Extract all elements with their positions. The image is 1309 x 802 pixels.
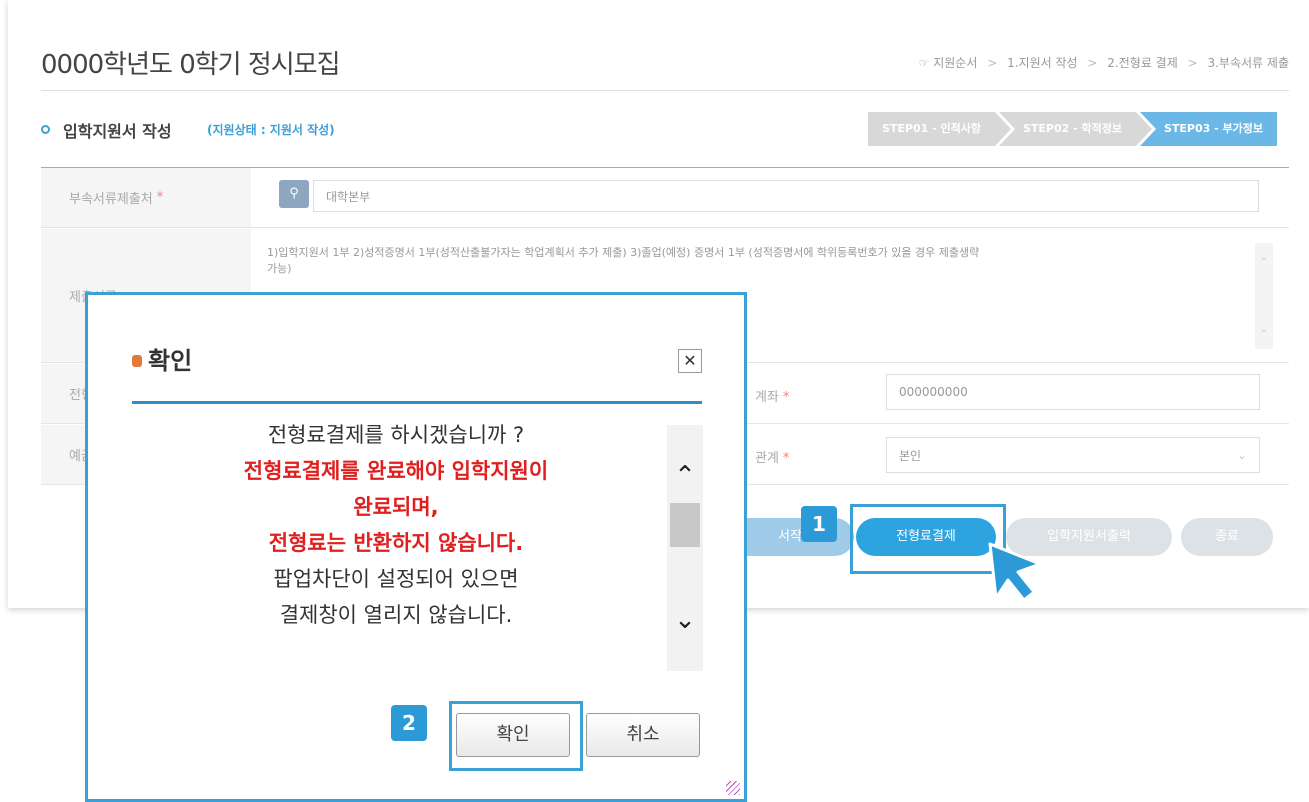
docs-scrollbar[interactable]: ⌃ ⌄: [1255, 243, 1273, 349]
breadcrumb-prefix: ☞ 지원순서: [918, 56, 978, 70]
warning-line: 완료되며,: [353, 495, 439, 519]
dialog-divider: [132, 401, 702, 404]
pay-button-highlight: [850, 504, 1006, 574]
message-line: 팝업차단이 설정되어 있으면: [273, 567, 519, 591]
confirm-dialog: 확인 ✕ 전형료결제를 하시겠습니까 ? 전형료결제를 완료해야 입학지원이 완…: [85, 292, 747, 802]
dialog-message: 전형료결제를 하시겠습니까 ? 전형료결제를 완료해야 입학지원이 완료되며, …: [132, 417, 660, 671]
chevron-down-icon[interactable]: ⌄: [667, 605, 703, 635]
breadcrumb-separator: >: [1187, 56, 1198, 70]
warning-line: 전형료는 반환하지 않습니다.: [268, 531, 524, 555]
chevron-up-icon[interactable]: ⌃: [667, 461, 703, 491]
confirm-button-highlight: [449, 701, 583, 771]
application-status: (지원상태 : 지원서 작성): [207, 123, 335, 137]
breadcrumb-separator: >: [987, 56, 998, 70]
step-2[interactable]: STEP02 - 학적정보: [998, 112, 1157, 146]
account-input[interactable]: 000000000: [886, 374, 1260, 410]
breadcrumb-step-1: 1.지원서 작성: [1007, 56, 1078, 70]
docs-text: 1)입학지원서 1부 2)성적증명서 1부(성적산출불가자는 학업계획서 추가 …: [267, 246, 980, 275]
close-button[interactable]: 종료: [1181, 518, 1273, 556]
step-1[interactable]: STEP01 - 인적사항: [867, 112, 1015, 146]
close-icon[interactable]: ✕: [678, 349, 702, 373]
breadcrumb-step-2: 2.전형료 결제: [1107, 56, 1178, 70]
step-indicator: STEP01 - 인적사항 STEP02 - 학적정보 STEP03 - 부가정…: [867, 112, 1281, 146]
cursor-icon: [988, 542, 1042, 602]
message-line: 전형료결제를 하시겠습니까 ?: [267, 423, 525, 447]
title-bullet-icon: [132, 355, 142, 367]
section-bullet-icon: [41, 125, 50, 134]
office-label: 부속서류제출처 *: [41, 168, 251, 227]
page-title: 0000학년도 0학기 정시모집: [41, 50, 341, 80]
account-label: 계좌 *: [755, 390, 790, 405]
dialog-title: 확인: [132, 341, 192, 376]
relation-label: 관계 *: [755, 451, 790, 466]
dialog-scrollbar[interactable]: ⌃ ⌄: [667, 425, 703, 671]
office-row: 부속서류제출처 * ⚲ 대학본부: [41, 168, 1289, 228]
breadcrumb-step-3: 3.부속서류 제출: [1207, 56, 1289, 70]
relation-select[interactable]: 본인 ⌄: [886, 437, 1260, 473]
search-button[interactable]: ⚲: [279, 180, 309, 208]
step-badge-1: 1: [801, 506, 837, 542]
breadcrumb: ☞ 지원순서 > 1.지원서 작성 > 2.전형료 결제 > 3.부속서류 제출: [919, 54, 1289, 71]
message-line: 결제창이 열리지 않습니다.: [279, 603, 513, 627]
step-3[interactable]: STEP03 - 부가정보: [1139, 112, 1277, 146]
breadcrumb-separator: >: [1087, 56, 1098, 70]
section-title: 입학지원서 작성: [63, 122, 172, 141]
title-divider: [41, 90, 1289, 91]
chevron-down-icon: ⌄: [1236, 448, 1247, 462]
scroll-thumb[interactable]: [670, 503, 700, 547]
chevron-up-icon[interactable]: ⌃: [1255, 257, 1273, 268]
cancel-button[interactable]: 취소: [586, 713, 700, 757]
resize-grip-icon[interactable]: [726, 781, 740, 795]
search-icon: ⚲: [289, 186, 299, 201]
step-badge-2: 2: [391, 705, 427, 741]
office-input[interactable]: 대학본부: [313, 180, 1259, 212]
chevron-down-icon[interactable]: ⌄: [1255, 324, 1273, 335]
warning-line: 전형료결제를 완료해야 입학지원이: [243, 459, 549, 483]
